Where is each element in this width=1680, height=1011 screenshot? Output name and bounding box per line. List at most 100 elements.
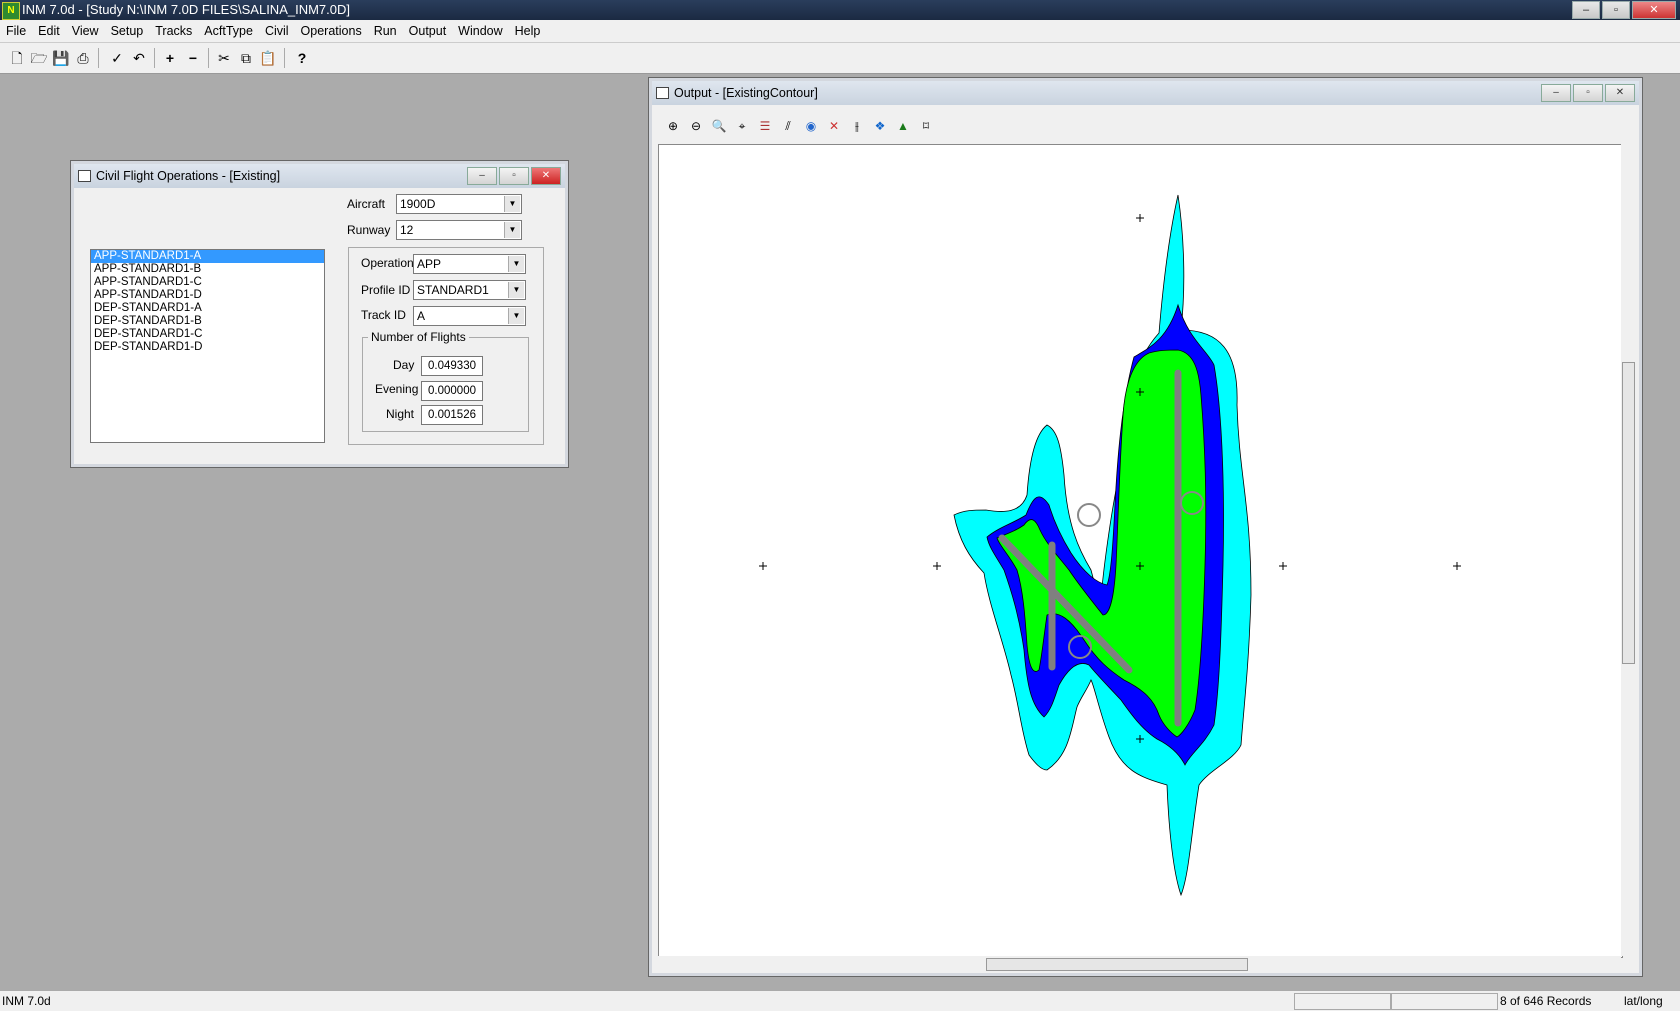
profile-label: Profile ID	[361, 283, 411, 297]
menu-file[interactable]: File	[0, 20, 32, 42]
app-close-button[interactable]: ✕	[1632, 1, 1676, 19]
list-item[interactable]: APP-STANDARD1-C	[91, 276, 324, 289]
list-item[interactable]: APP-STANDARD1-D	[91, 289, 324, 302]
operation-value: APP	[417, 257, 442, 271]
civil-flight-ops-window: Civil Flight Operations - [Existing] – ▫…	[70, 160, 569, 468]
check-icon[interactable]: ✓	[107, 48, 127, 68]
grid-cross	[933, 562, 941, 570]
cut-icon[interactable]: ✂	[214, 48, 234, 68]
list-item[interactable]: APP-STANDARD1-B	[91, 263, 324, 276]
contour-map-svg	[759, 194, 1461, 897]
output-close-button[interactable]: ✕	[1605, 84, 1635, 102]
menu-setup[interactable]: Setup	[105, 20, 150, 42]
output-window-title-bar[interactable]: Output - [ExistingContour] – ▫ ✕	[652, 81, 1639, 105]
globe-icon[interactable]: ◉	[801, 116, 821, 136]
status-pane-empty	[1391, 993, 1498, 1010]
output-minimize-button[interactable]: –	[1541, 84, 1571, 102]
output-vertical-scrollbar[interactable]	[1621, 144, 1635, 956]
layers-icon[interactable]: ☰	[755, 116, 775, 136]
chevron-down-icon[interactable]: ▼	[504, 196, 520, 212]
save-icon[interactable]: 💾	[51, 48, 71, 68]
contour-icon[interactable]: ▲	[893, 116, 913, 136]
vertical-scroll-thumb[interactable]	[1622, 362, 1635, 664]
menu-tracks[interactable]: Tracks	[149, 20, 198, 42]
profile-value: STANDARD1	[417, 283, 489, 297]
runway-combo[interactable]: 12 ▼	[396, 220, 522, 240]
list-item[interactable]: DEP-STANDARD1-D	[91, 341, 324, 354]
day-field[interactable]: 0.049330	[421, 356, 483, 376]
status-records: 8 of 646 Records	[1500, 994, 1592, 1008]
horizontal-scroll-thumb[interactable]	[986, 958, 1248, 971]
runway-value: 12	[400, 223, 414, 237]
tracks-icon[interactable]: ⫽	[778, 116, 798, 136]
contour-map[interactable]	[658, 144, 1623, 958]
status-bar: INM 7.0d 8 of 646 Records lat/long	[0, 990, 1680, 1011]
remove-icon[interactable]: −	[183, 48, 203, 68]
inm-app-icon[interactable]: N	[2, 2, 20, 20]
menu-civil[interactable]: Civil	[259, 20, 295, 42]
list-item[interactable]: DEP-STANDARD1-C	[91, 328, 324, 341]
menu-operations[interactable]: Operations	[295, 20, 368, 42]
output-window: Output - [ExistingContour] – ▫ ✕ ⊕ ⊖ 🔍 ⌖…	[648, 77, 1643, 977]
app-title-bar: N INM 7.0d - [Study N:\INM 7.0D FILES\SA…	[0, 0, 1680, 20]
night-label: Night	[386, 407, 415, 421]
document-icon	[656, 87, 669, 99]
civil-window-title: Civil Flight Operations - [Existing]	[96, 169, 281, 183]
add-icon[interactable]: +	[160, 48, 180, 68]
list-item[interactable]: DEP-STANDARD1-A	[91, 302, 324, 315]
civil-window-title-bar[interactable]: Civil Flight Operations - [Existing] – ▫…	[74, 164, 565, 188]
output-horizontal-scrollbar[interactable]	[658, 956, 1621, 972]
civil-restore-button[interactable]: ▫	[499, 167, 529, 185]
grid-icon[interactable]: ✕	[824, 116, 844, 136]
paste-icon[interactable]: 📋	[258, 48, 278, 68]
document-icon	[78, 170, 91, 182]
aircraft-combo[interactable]: 1900D ▼	[396, 194, 522, 214]
runway-icon[interactable]: ⫲	[847, 116, 867, 136]
menu-view[interactable]: View	[66, 20, 105, 42]
menu-edit[interactable]: Edit	[32, 20, 66, 42]
runway-label: Runway	[347, 223, 391, 237]
undo-icon[interactable]: ↶	[129, 48, 149, 68]
help-icon[interactable]: ?	[292, 48, 312, 68]
operation-label: Operation	[361, 256, 414, 270]
list-item[interactable]: APP-STANDARD1-A	[91, 250, 324, 263]
app-title: INM 7.0d - [Study N:\INM 7.0D FILES\SALI…	[22, 2, 350, 17]
copy-icon[interactable]: ⧉	[236, 48, 256, 68]
new-icon[interactable]: 🗋	[7, 48, 27, 68]
zoom-fit-icon[interactable]: 🔍	[709, 116, 729, 136]
menu-output[interactable]: Output	[403, 20, 453, 42]
center-icon[interactable]: ⌖	[732, 116, 752, 136]
open-icon[interactable]: 🗁	[29, 48, 49, 68]
location-circle	[1077, 503, 1101, 527]
chevron-down-icon[interactable]: ▼	[508, 256, 524, 272]
operations-list[interactable]: APP-STANDARD1-A APP-STANDARD1-B APP-STAN…	[90, 249, 325, 443]
menu-window[interactable]: Window	[452, 20, 508, 42]
track-combo[interactable]: A ▼	[413, 306, 526, 326]
app-minimize-button[interactable]: –	[1572, 1, 1600, 19]
app-restore-button[interactable]: ▫	[1602, 1, 1630, 19]
output-toolbar: ⊕ ⊖ 🔍 ⌖ ☰ ⫽ ◉ ✕ ⫲ ❖ ▲ ⌑	[658, 110, 1621, 140]
grid-cross	[1279, 562, 1287, 570]
print-icon[interactable]: ⎙	[73, 48, 93, 68]
night-field[interactable]: 0.001526	[421, 405, 483, 425]
civil-close-button[interactable]: ✕	[531, 167, 561, 185]
output-restore-button[interactable]: ▫	[1573, 84, 1603, 102]
bounds-icon[interactable]: ⌑	[916, 116, 936, 136]
status-coords: lat/long	[1624, 994, 1663, 1008]
zoom-in-icon[interactable]: ⊕	[663, 116, 683, 136]
day-label: Day	[393, 358, 415, 372]
list-item[interactable]: DEP-STANDARD1-B	[91, 315, 324, 328]
menu-run[interactable]: Run	[368, 20, 403, 42]
menu-help[interactable]: Help	[509, 20, 547, 42]
chevron-down-icon[interactable]: ▼	[508, 308, 524, 324]
aircraft-label: Aircraft	[347, 197, 386, 211]
operation-combo[interactable]: APP ▼	[413, 254, 526, 274]
zoom-out-icon[interactable]: ⊖	[686, 116, 706, 136]
civil-minimize-button[interactable]: –	[467, 167, 497, 185]
chevron-down-icon[interactable]: ▼	[508, 282, 524, 298]
chevron-down-icon[interactable]: ▼	[504, 222, 520, 238]
points-icon[interactable]: ❖	[870, 116, 890, 136]
profile-combo[interactable]: STANDARD1 ▼	[413, 280, 526, 300]
menu-acfttype[interactable]: AcftType	[198, 20, 259, 42]
evening-field[interactable]: 0.000000	[421, 381, 483, 401]
